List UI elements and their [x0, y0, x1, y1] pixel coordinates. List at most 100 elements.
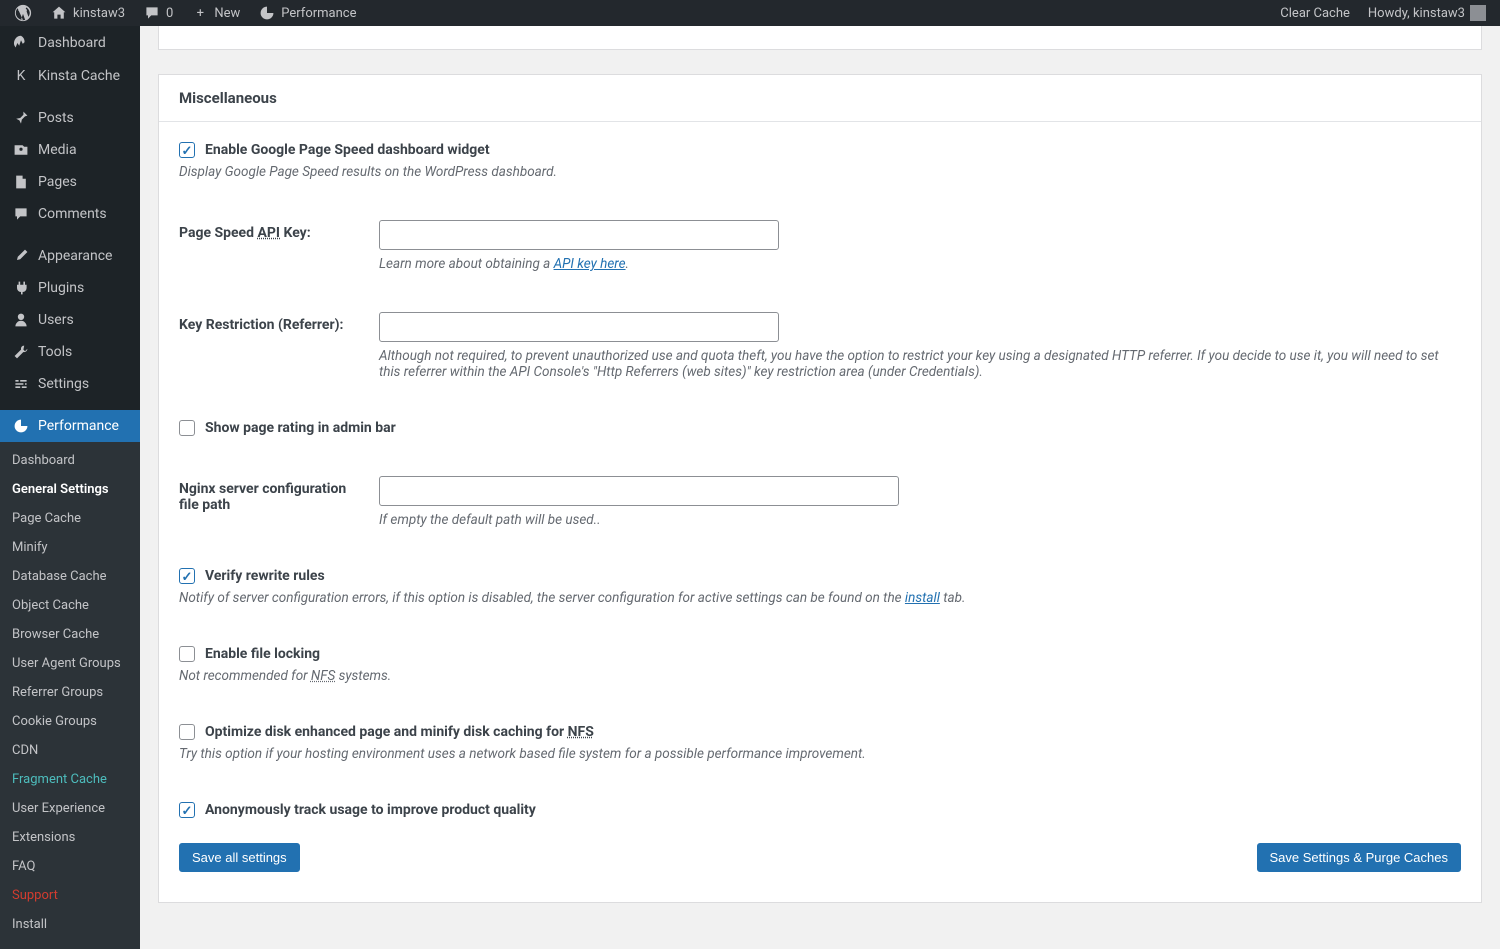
performance-menu[interactable]: Performance [252, 0, 362, 26]
field-nginx: Nginx server configuration file path If … [179, 476, 1461, 528]
sub-faq[interactable]: FAQ [0, 852, 140, 881]
verify-desc: Notify of server configuration errors, i… [179, 590, 1461, 606]
comments-count-text: 0 [166, 6, 173, 21]
sub-minify[interactable]: Minify [0, 533, 140, 562]
field-lock: Enable file locking Not recommended for … [179, 646, 1461, 684]
referrer-label: Key Restriction (Referrer): [179, 312, 359, 333]
menu-settings[interactable]: Settings [0, 368, 140, 400]
menu-pages-label: Pages [38, 174, 77, 190]
sub-referrer-groups[interactable]: Referrer Groups [0, 678, 140, 707]
track-checkbox[interactable] [179, 802, 195, 818]
site-name[interactable]: kinstaw3 [44, 0, 131, 26]
menu-kinsta-label: Kinsta Cache [38, 68, 120, 84]
sub-user-experience[interactable]: User Experience [0, 794, 140, 823]
rating-checkbox[interactable] [179, 420, 195, 436]
referrer-input[interactable] [379, 312, 779, 342]
performance-icon [258, 4, 276, 22]
previous-panel-tail [158, 26, 1482, 50]
field-verify: Verify rewrite rules Notify of server co… [179, 568, 1461, 606]
sub-general-settings[interactable]: General Settings [0, 475, 140, 504]
nginx-desc: If empty the default path will be used.. [379, 512, 1461, 528]
comments-icon [12, 206, 30, 222]
field-referrer: Key Restriction (Referrer): Although not… [179, 312, 1461, 380]
comment-icon [143, 4, 161, 22]
lock-checkbox[interactable] [179, 646, 195, 662]
menu-kinsta-cache[interactable]: KKinsta Cache [0, 60, 140, 92]
sliders-icon [12, 376, 30, 392]
menu-pages[interactable]: Pages [0, 166, 140, 198]
comments-count[interactable]: 0 [137, 0, 179, 26]
save-all-button[interactable]: Save all settings [179, 843, 300, 872]
install-link[interactable]: install [905, 590, 940, 606]
field-enable-widget: Enable Google Page Speed dashboard widge… [179, 142, 1461, 180]
menu-performance[interactable]: Performance [0, 410, 140, 442]
track-row[interactable]: Anonymously track usage to improve produ… [179, 802, 1461, 818]
nginx-label: Nginx server configuration file path [179, 476, 359, 513]
performance-menu-icon [12, 418, 30, 434]
sub-fragment-cache[interactable]: Fragment Cache [0, 765, 140, 794]
menu-plugins[interactable]: Plugins [0, 272, 140, 304]
menu-users-label: Users [38, 312, 74, 328]
verify-row[interactable]: Verify rewrite rules [179, 568, 1461, 584]
menu-posts-label: Posts [38, 110, 74, 126]
sub-database-cache[interactable]: Database Cache [0, 562, 140, 591]
enable-widget-checkbox[interactable] [179, 142, 195, 158]
api-key-input[interactable] [379, 220, 779, 250]
avatar [1470, 5, 1486, 21]
clear-cache-label: Clear Cache [1280, 6, 1350, 21]
misc-heading: Miscellaneous [159, 75, 1481, 122]
sub-cookie-groups[interactable]: Cookie Groups [0, 707, 140, 736]
api-key-label: Page Speed API Key: [179, 220, 359, 241]
dashboard-icon [12, 34, 30, 52]
clear-cache[interactable]: Clear Cache [1274, 0, 1356, 26]
sub-user-agent-groups[interactable]: User Agent Groups [0, 649, 140, 678]
optimize-row[interactable]: Optimize disk enhanced page and minify d… [179, 724, 1461, 740]
verify-label: Verify rewrite rules [205, 568, 325, 584]
sub-object-cache[interactable]: Object Cache [0, 591, 140, 620]
nginx-input[interactable] [379, 476, 899, 506]
sub-support[interactable]: Support [0, 881, 140, 910]
menu-users[interactable]: Users [0, 304, 140, 336]
plug-icon [12, 280, 30, 296]
save-purge-button[interactable]: Save Settings & Purge Caches [1257, 843, 1462, 872]
optimize-label: Optimize disk enhanced page and minify d… [205, 724, 594, 740]
menu-appearance-label: Appearance [38, 248, 112, 264]
menu-settings-label: Settings [38, 376, 89, 392]
verify-checkbox[interactable] [179, 568, 195, 584]
menu-posts[interactable]: Posts [0, 102, 140, 134]
menu-tools[interactable]: Tools [0, 336, 140, 368]
menu-tools-label: Tools [38, 344, 72, 360]
enable-widget-row[interactable]: Enable Google Page Speed dashboard widge… [179, 142, 1461, 158]
site-name-text: kinstaw3 [73, 6, 125, 21]
menu-comments[interactable]: Comments [0, 198, 140, 230]
menu-dashboard[interactable]: Dashboard [0, 26, 140, 60]
optimize-checkbox[interactable] [179, 724, 195, 740]
performance-submenu: Dashboard General Settings Page Cache Mi… [0, 442, 140, 949]
admin-sidebar: Dashboard KKinsta Cache Posts Media Page… [0, 26, 140, 949]
sub-dashboard[interactable]: Dashboard [0, 446, 140, 475]
sub-cdn[interactable]: CDN [0, 736, 140, 765]
admin-bar-left: kinstaw3 0 +New Performance [8, 0, 363, 26]
howdy[interactable]: Howdy, kinstaw3 [1362, 0, 1492, 26]
new-label: New [214, 6, 240, 21]
api-key-link[interactable]: API key here [554, 256, 626, 272]
home-icon [50, 4, 68, 22]
track-label: Anonymously track usage to improve produ… [205, 802, 536, 818]
lock-row[interactable]: Enable file locking [179, 646, 1461, 662]
rating-label: Show page rating in admin bar [205, 420, 396, 436]
admin-bar: kinstaw3 0 +New Performance Clear Cache … [0, 0, 1500, 26]
lock-desc: Not recommended for NFS systems. [179, 668, 1461, 684]
sub-extensions[interactable]: Extensions [0, 823, 140, 852]
sub-page-cache[interactable]: Page Cache [0, 504, 140, 533]
new-content[interactable]: +New [185, 0, 246, 26]
wp-logo[interactable] [8, 0, 38, 26]
enable-widget-desc: Display Google Page Speed results on the… [179, 164, 1461, 180]
pin-icon [12, 110, 30, 126]
sub-browser-cache[interactable]: Browser Cache [0, 620, 140, 649]
menu-performance-label: Performance [38, 418, 119, 434]
howdy-text: Howdy, kinstaw3 [1368, 6, 1465, 21]
sub-install[interactable]: Install [0, 910, 140, 939]
rating-row[interactable]: Show page rating in admin bar [179, 420, 1461, 436]
menu-media[interactable]: Media [0, 134, 140, 166]
menu-appearance[interactable]: Appearance [0, 240, 140, 272]
